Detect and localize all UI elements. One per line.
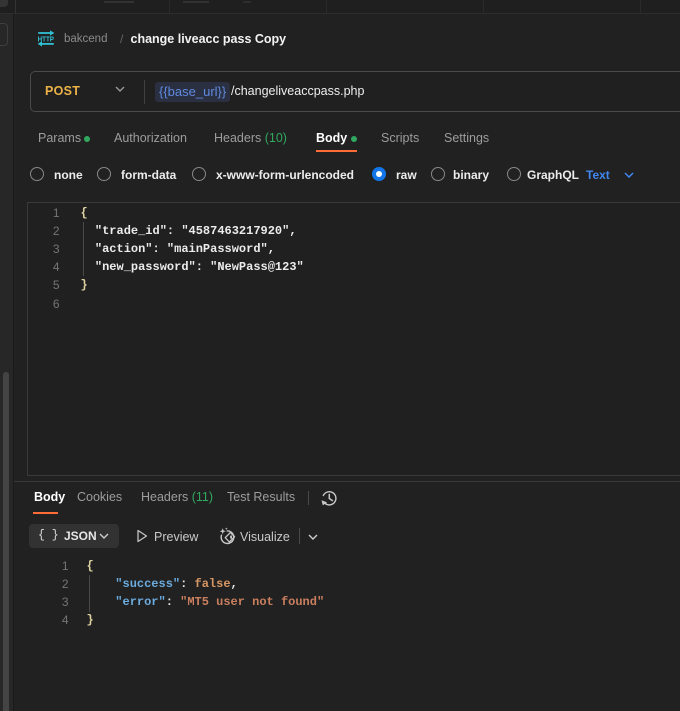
svg-text:HTTP: HTTP [38,34,54,43]
